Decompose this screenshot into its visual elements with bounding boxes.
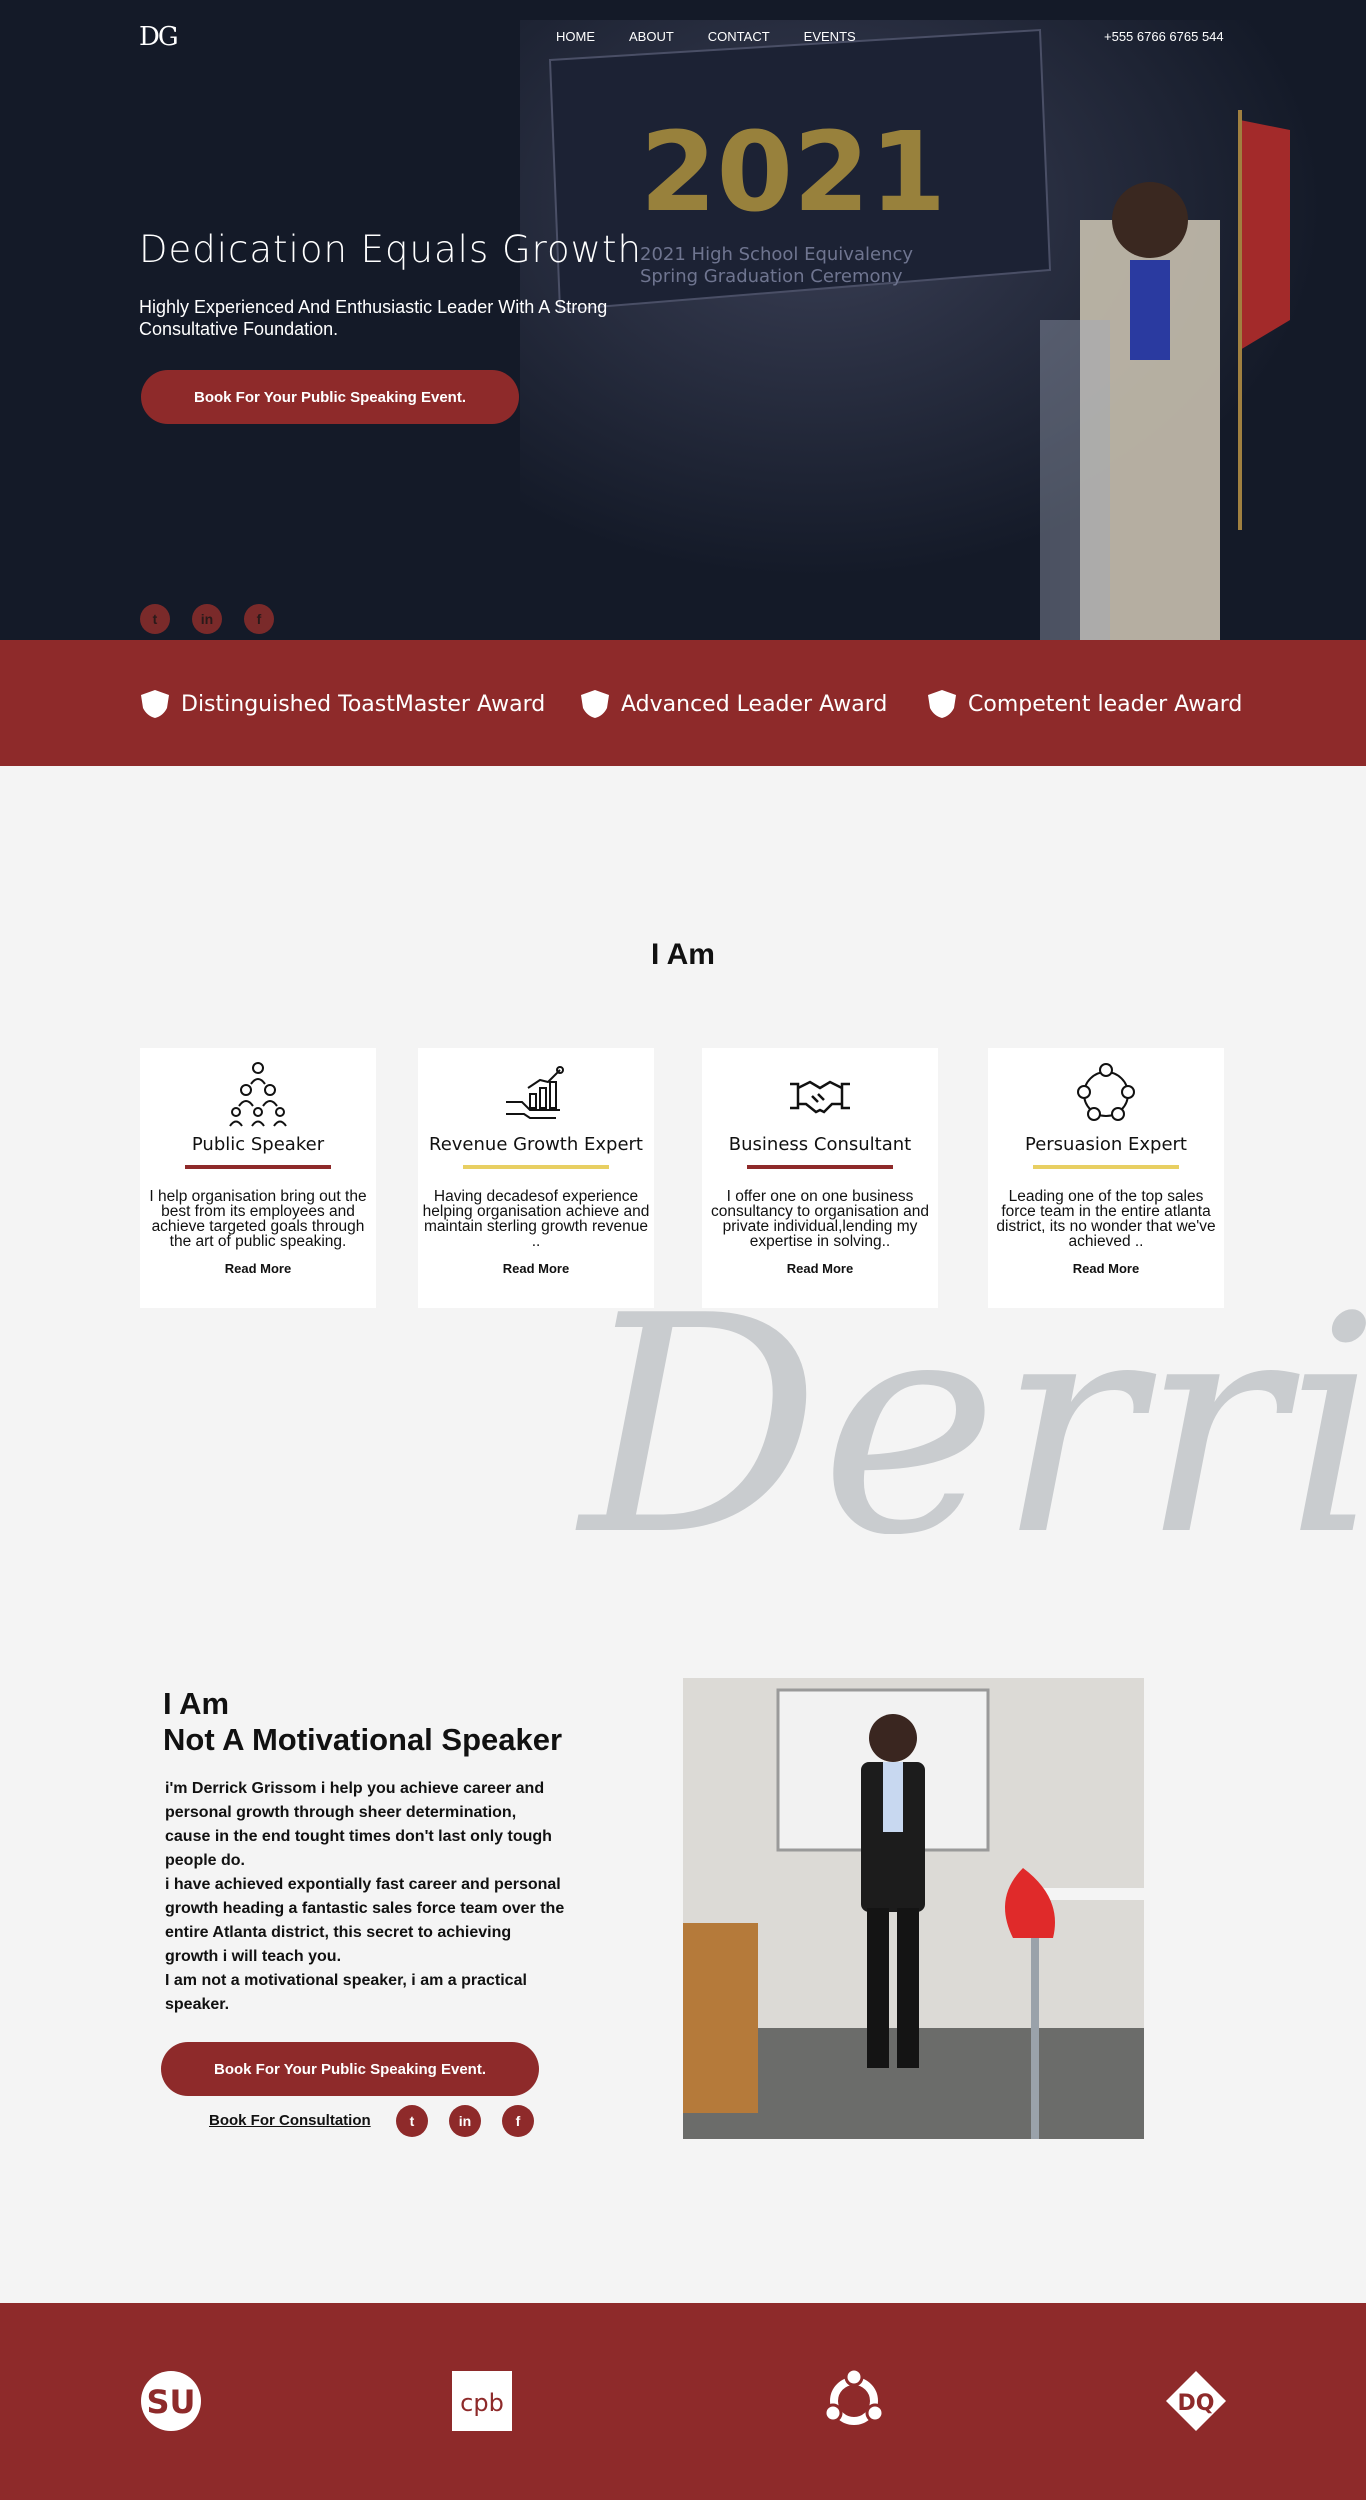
svg-text:2021 High School Equivalency: 2021 High School Equivalency: [640, 244, 913, 265]
svg-text:cpb: cpb: [460, 2389, 504, 2417]
read-more-link[interactable]: Read More: [988, 1261, 1224, 1276]
card-underline: [1033, 1165, 1179, 1169]
stumbleupon-logo-icon[interactable]: SU: [139, 2369, 203, 2433]
main-nav: HOME ABOUT CONTACT EVENTS: [556, 29, 890, 44]
card-text: Leading one of the top sales force team …: [996, 1188, 1216, 1250]
facebook-icon[interactable]: f: [244, 604, 274, 634]
section-title: I Am: [651, 938, 715, 971]
phone-number[interactable]: +555 6766 6765 544: [1104, 29, 1224, 44]
hero-subtitle: Highly Experienced And Enthusiastic Lead…: [139, 297, 608, 339]
read-more-link[interactable]: Read More: [140, 1261, 376, 1276]
speaker-portrait-photo: [683, 1678, 1144, 2139]
service-card[interactable]: Revenue Growth Expert Having decadesof e…: [418, 1048, 654, 1308]
book-speaking-button[interactable]: Book For Your Public Speaking Event.: [161, 2042, 539, 2096]
ubuntu-logo-icon[interactable]: [822, 2369, 886, 2433]
svg-text:2021: 2021: [640, 108, 946, 236]
read-more-link[interactable]: Read More: [702, 1261, 938, 1276]
card-text: Having decadesof experience helping orga…: [422, 1188, 650, 1250]
about-paragraph: i have achieved expontially fast career …: [165, 1876, 565, 1965]
card-title: Revenue Growth Expert: [429, 1134, 643, 1155]
cpb-logo-icon[interactable]: cpb: [450, 2369, 514, 2433]
award-label: Distinguished ToastMaster Award: [181, 691, 546, 717]
book-consultation-link[interactable]: Book For Consultation: [209, 2112, 371, 2129]
dq-logo-icon[interactable]: DQ: [1164, 2369, 1228, 2433]
hero-section: 2021 2021 High School Equivalency Spring…: [0, 0, 1366, 640]
growth-chart-icon: [506, 1066, 564, 1119]
shield-icon: [928, 690, 956, 718]
service-card[interactable]: Persuasion Expert Leading one of the top…: [988, 1048, 1224, 1308]
award-label: Advanced Leader Award: [621, 691, 888, 717]
footer-logos: SU cpb DQ: [0, 2303, 1366, 2500]
about-paragraph: I am not a motivational speaker, i am a …: [165, 1972, 527, 2013]
about-social-links: t in f: [396, 2105, 534, 2137]
card-title: Public Speaker: [191, 1134, 325, 1155]
card-title: Persuasion Expert: [1024, 1134, 1187, 1155]
award-label: Competent leader Award: [968, 691, 1243, 717]
svg-text:DQ: DQ: [1178, 2391, 1215, 2416]
card-text: I help organisation bring out the best f…: [149, 1188, 367, 1250]
award-item: Distinguished ToastMaster Award: [139, 688, 545, 720]
card-text: I offer one on one business consultancy …: [710, 1188, 929, 1250]
nav-contact[interactable]: CONTACT: [708, 29, 770, 44]
shield-icon: [581, 690, 609, 718]
nav-home[interactable]: HOME: [556, 29, 595, 44]
card-underline: [463, 1165, 609, 1169]
read-more-link[interactable]: Read More: [418, 1261, 654, 1276]
signature-watermark: Derric: [575, 1300, 1366, 1534]
card-underline: [185, 1165, 331, 1169]
shield-icon: [141, 690, 169, 718]
book-speaking-button[interactable]: Book For Your Public Speaking Event.: [141, 370, 519, 424]
service-card[interactable]: Public Speaker I help organisation bring…: [140, 1048, 376, 1308]
service-card[interactable]: Business Consultant I offer one on one b…: [702, 1048, 938, 1308]
about-paragraph: i'm Derrick Grissom i help you achieve c…: [165, 1780, 552, 1869]
facebook-icon[interactable]: f: [502, 2105, 534, 2137]
linkedin-icon[interactable]: in: [449, 2105, 481, 2137]
linkedin-icon[interactable]: in: [192, 604, 222, 634]
svg-text:Spring Graduation Ceremony: Spring Graduation Ceremony: [640, 266, 903, 287]
about-heading-line2: Not A Motivational Speaker: [163, 1722, 563, 1757]
about-text: i'm Derrick Grissom i help you achieve c…: [165, 1777, 565, 2017]
hero-social-links: t in f: [140, 604, 274, 634]
award-item: Competent leader Award: [926, 688, 1242, 720]
twitter-icon[interactable]: t: [396, 2105, 428, 2137]
svg-text:SU: SU: [146, 2383, 195, 2421]
twitter-icon[interactable]: t: [140, 604, 170, 634]
handshake-icon: [790, 1080, 850, 1114]
awards-bar: Distinguished ToastMaster Award Advanced…: [0, 640, 1366, 766]
about-heading: I Am Not A Motivational Speaker: [163, 1686, 562, 1758]
hero-title: Dedication Equals Growth: [139, 228, 642, 271]
people-pyramid-icon: [229, 1062, 287, 1127]
site-logo[interactable]: DG: [139, 22, 179, 52]
nav-events[interactable]: EVENTS: [804, 29, 856, 44]
nav-about[interactable]: ABOUT: [629, 29, 674, 44]
card-title: Business Consultant: [728, 1134, 912, 1155]
signature-text: Derric: [575, 1300, 1366, 1534]
award-item: Advanced Leader Award: [579, 688, 887, 720]
about-heading-line1: I Am: [163, 1686, 230, 1721]
network-people-icon: [1077, 1063, 1135, 1121]
card-underline: [747, 1165, 893, 1169]
